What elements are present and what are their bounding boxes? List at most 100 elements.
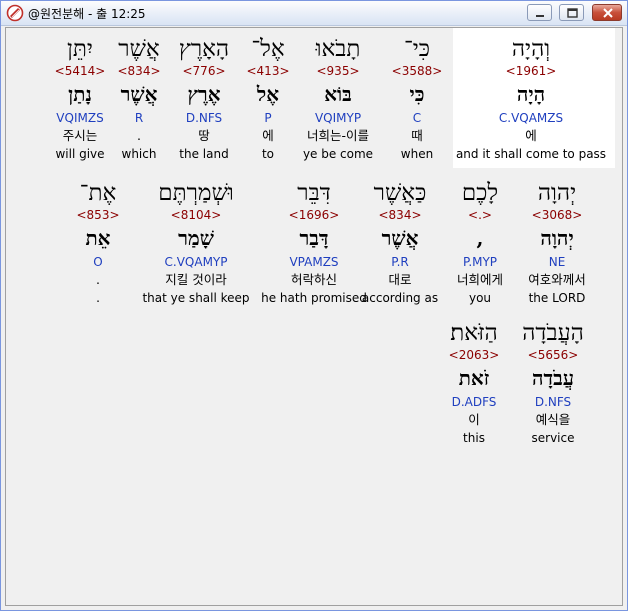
korean-gloss: 너희는-이를 <box>306 128 370 143</box>
english-gloss: ye be come <box>302 147 374 161</box>
strong-number: <834> <box>117 64 161 78</box>
minimize-button[interactable] <box>527 4 552 21</box>
interlinear-view[interactable]: וְהָיָה <1961> הָיָה C.VQAMZS 에 and it shall … <box>5 27 623 606</box>
hebrew-word: הָאָרֶץ <box>178 36 230 62</box>
hebrew-word: אֲשֶׁר <box>118 36 160 62</box>
korean-gloss: 대로 <box>388 272 412 287</box>
strong-number: <2063> <box>448 348 500 362</box>
lemma-word: נָתַן <box>68 82 92 106</box>
maximize-button[interactable] <box>559 4 584 21</box>
hebrew-word: וְהָיָה <box>511 36 551 62</box>
english-gloss: . <box>96 291 100 305</box>
maximize-icon <box>567 8 578 18</box>
korean-gloss: 땅 <box>198 128 210 143</box>
english-gloss: will give <box>55 147 105 161</box>
morph-code: D.NFS <box>185 111 223 125</box>
lemma-word: כִּי <box>409 82 425 106</box>
strong-number: <853> <box>76 208 120 222</box>
hebrew-word: הָעֲבֹדָה <box>522 320 584 346</box>
close-icon <box>603 8 613 18</box>
strong-number: <8104> <box>170 208 222 222</box>
hebrew-word: וּשְׁמַרְתֶּם <box>158 180 234 206</box>
hebrew-word: הַזֹּאת׃ <box>450 320 498 346</box>
english-gloss: you <box>468 291 492 305</box>
morph-code: C.VQAMYP <box>164 255 228 269</box>
morph-code: C <box>412 111 422 125</box>
hebrew-word: אֶת־ <box>79 180 117 206</box>
korean-gloss: 예식을 <box>535 412 571 427</box>
morph-code: NE <box>548 255 566 269</box>
strong-number: <5656> <box>527 348 579 362</box>
korean-gloss: 때 <box>411 128 423 143</box>
strong-number: <834> <box>378 208 422 222</box>
english-gloss: which <box>121 147 157 161</box>
morph-code: P <box>264 111 272 125</box>
hebrew-word: כַּאֲשֶׁר <box>373 180 427 206</box>
window-title: @원전분해 - 출 12:25 <box>28 7 146 21</box>
strong-number: <5414> <box>54 64 106 78</box>
scroll-book-icon[interactable] <box>6 4 24 22</box>
english-gloss: to <box>261 147 275 161</box>
strong-number: <935> <box>316 64 360 78</box>
korean-gloss: 이 <box>468 412 480 427</box>
korean-gloss: 주시는 <box>62 128 98 143</box>
hebrew-word: תָבֹאוּ <box>315 36 361 62</box>
lemma-word: עֲבֹדָה <box>531 366 575 390</box>
english-gloss: he hath promised <box>261 291 367 305</box>
morph-code: C.VQAMZS <box>498 111 564 125</box>
app-window: @원전분해 - 출 12:25 וְהָיָה <1961> הָיָה C.VQAM… <box>0 0 628 611</box>
lemma-word: אֲשֶׁר <box>381 226 419 250</box>
morph-code: P.R <box>391 255 409 269</box>
english-gloss: the LORD <box>528 291 586 305</box>
minimize-icon <box>536 15 544 17</box>
korean-gloss: 에 <box>525 128 537 143</box>
lemma-word: אֵת <box>85 226 111 250</box>
english-gloss: this <box>463 431 485 445</box>
morph-code: VPAMZS <box>289 255 339 269</box>
english-gloss: and it shall come to pass <box>455 147 607 161</box>
english-gloss: that ye shall keep <box>142 291 250 305</box>
korean-gloss: 지킬 것이라 <box>165 272 227 287</box>
morph-code: VQIMYP <box>314 111 362 125</box>
strong-number: <3068> <box>531 208 583 222</box>
english-gloss: according as <box>361 291 439 305</box>
lemma-word: יְהוָה <box>540 226 574 250</box>
hebrew-word: אֶל־ <box>251 36 285 62</box>
strong-number: <3588> <box>391 64 443 78</box>
morph-code: P.MYP <box>462 255 498 269</box>
hebrew-word: דִּבֵּר <box>297 180 331 206</box>
morph-code: D.ADFS <box>451 395 497 409</box>
english-gloss: the land <box>179 147 229 161</box>
korean-gloss: 에 <box>262 128 274 143</box>
strong-number: <776> <box>182 64 226 78</box>
strong-number: <.> <box>468 208 492 222</box>
morph-code: D.NFS <box>534 395 572 409</box>
korean-gloss: . <box>137 128 141 143</box>
strong-number: <1961> <box>505 64 557 78</box>
english-gloss: service <box>531 431 575 445</box>
morph-code: O <box>93 255 103 269</box>
lemma-word: בּוֹא <box>324 82 352 106</box>
lemma-word: אֶל <box>256 82 280 106</box>
hebrew-word: לָכֶם <box>461 180 499 206</box>
korean-gloss: 여호와께서 <box>528 272 586 287</box>
lemma-word: הָיָה <box>516 82 546 106</box>
lemma-word: , <box>476 226 484 250</box>
hebrew-word: כִּי־ <box>403 36 431 62</box>
lemma-word: שָׁמַר <box>178 226 214 250</box>
strong-number: <413> <box>246 64 290 78</box>
close-button[interactable] <box>592 4 622 21</box>
lemma-word: אֶרֶץ <box>187 82 221 106</box>
title-bar[interactable]: @원전분해 - 출 12:25 <box>1 1 627 26</box>
hebrew-word: יִתֵּן <box>67 36 93 62</box>
korean-gloss: 허락하신 <box>290 272 338 287</box>
lemma-word: דָּבַר <box>299 226 329 250</box>
lemma-word: אֲשֶׁר <box>120 82 158 106</box>
morph-code: R <box>134 111 144 125</box>
strong-number: <1696> <box>288 208 340 222</box>
english-gloss: when <box>400 147 434 161</box>
korean-gloss: . <box>96 272 100 287</box>
hebrew-word: יְהוָה <box>537 180 577 206</box>
morph-code: VQIMZS <box>56 111 104 125</box>
korean-gloss: 너희에게 <box>456 272 504 287</box>
